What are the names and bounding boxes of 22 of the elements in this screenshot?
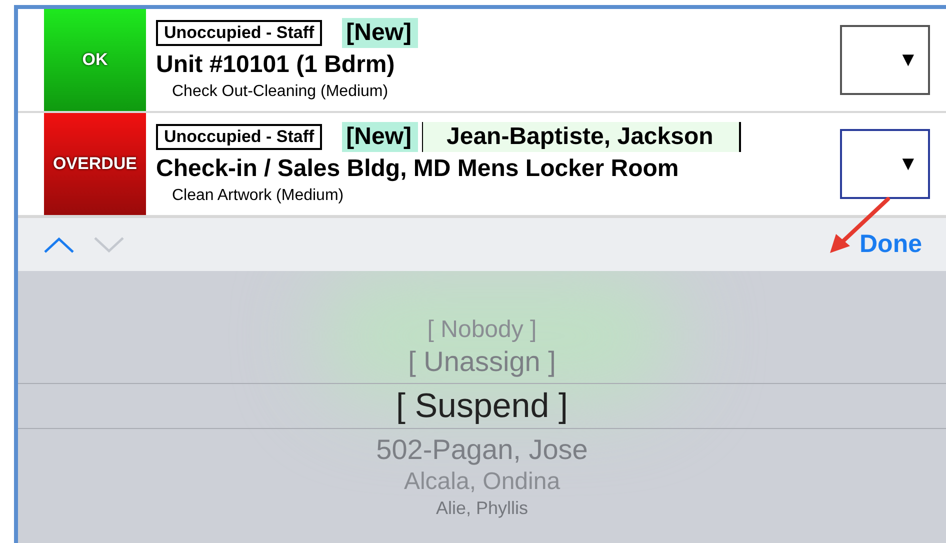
- tag-label: Unoccupied - Staff: [156, 124, 322, 150]
- picker-option[interactable]: Alcala, Ondina: [404, 467, 560, 497]
- picker-option[interactable]: [ Nobody ]: [427, 315, 537, 345]
- new-label: [New]: [342, 18, 418, 48]
- status-badge: OVERDUE: [44, 113, 146, 215]
- assignee-field[interactable]: Jean-Baptiste, Jackson: [422, 122, 742, 152]
- chevron-down-icon: [93, 236, 125, 254]
- new-label: [New]: [342, 122, 418, 152]
- task-title: Unit #10101 (1 Bdrm): [156, 50, 396, 80]
- picker-option[interactable]: 502-Pagan, Jose: [376, 433, 588, 467]
- picker-option[interactable]: Alie, Phyllis: [436, 497, 528, 519]
- tag-label: Unoccupied - Staff: [156, 20, 322, 46]
- task-subtitle: Check Out-Cleaning (Medium): [171, 82, 390, 102]
- done-button[interactable]: Done: [860, 226, 922, 264]
- assign-dropdown[interactable]: ▼: [840, 129, 930, 199]
- task-subtitle: Clean Artwork (Medium): [171, 186, 345, 206]
- status-badge: OK: [44, 9, 146, 111]
- task-title: Check-in / Sales Bldg, MD Mens Locker Room: [156, 154, 680, 184]
- picker-option[interactable]: [ Suspend ]: [396, 384, 568, 428]
- assign-dropdown[interactable]: ▼: [840, 25, 930, 95]
- chevron-up-icon: [43, 236, 75, 254]
- picker-option[interactable]: [ Unassign ]: [408, 345, 556, 379]
